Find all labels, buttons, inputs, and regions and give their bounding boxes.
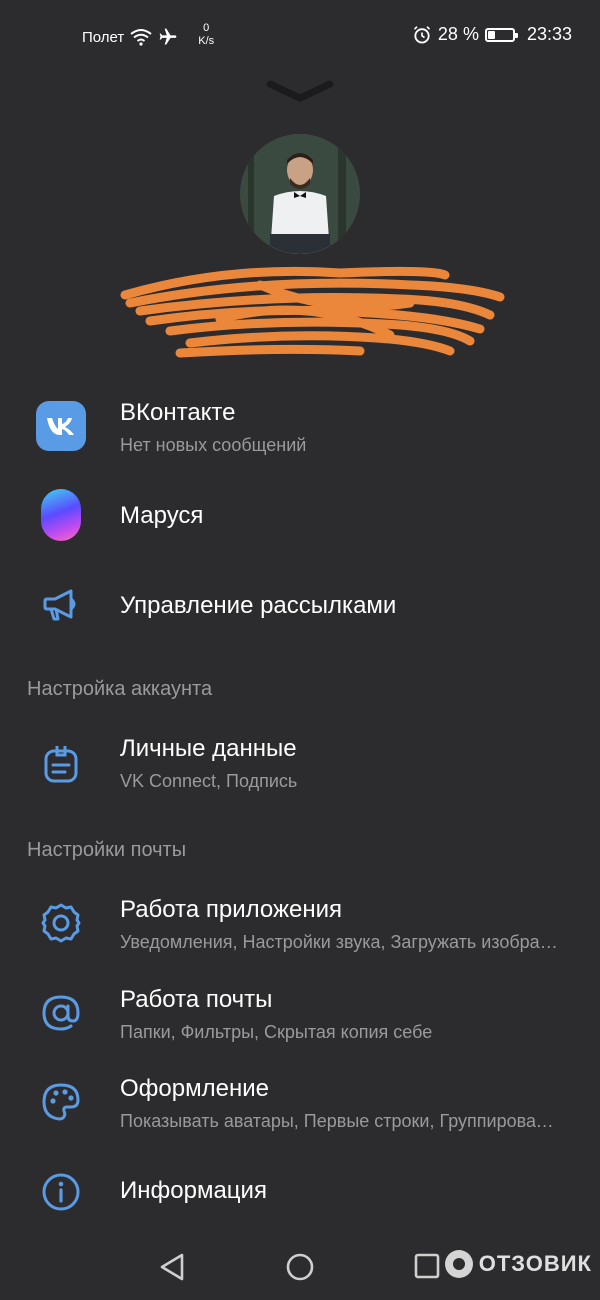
otzovik-logo-icon [444,1250,473,1278]
mail-settings-subtitle: Папки, Фильтры, Скрытая копия себе [120,1022,433,1042]
network-speed: 0 K/s [198,22,214,48]
profile-card-icon [44,746,78,783]
back-icon[interactable] [158,1252,186,1282]
app-settings-subtitle: Уведомления, Настройки звука, Загружать … [120,932,560,952]
section-header-account: Настройка аккаунта [27,678,213,700]
appearance-subtitle: Показывать аватары, Первые строки, Групп… [120,1111,560,1131]
battery-icon [484,27,518,42]
network-label: Полет [82,28,125,46]
recent-apps-icon[interactable] [413,1252,441,1280]
appearance-title: Оформление [120,1075,269,1102]
otzovik-watermark: ОТЗОВИК [444,1250,592,1278]
mail-settings-title: Работа почты [120,986,273,1013]
home-icon[interactable] [285,1252,315,1282]
clock: 23:33 [526,24,572,44]
mail-settings-screen: Полет 0 K/s 28 % 23:33 ВКонтакте Нет нов… [0,0,600,1300]
megaphone-icon-wrap [36,580,86,630]
alarm-icon [413,25,431,43]
status-bar: Полет 0 K/s 28 % 23:33 [0,0,600,76]
speed-unit: K/s [198,35,215,47]
section-header-mail: Настройки почты [27,839,187,861]
speed-value: 0 [203,22,210,34]
palette-icon [42,1083,80,1121]
profile-card-icon-wrap [36,739,86,789]
menu-item-personal-data[interactable]: Личные данные VK Connect, Подпись [0,733,600,799]
menu-item-vk[interactable]: ВКонтакте Нет новых сообщений [0,395,600,467]
palette-icon-wrap [36,1077,86,1127]
vk-subtitle: Нет новых сообщений [120,435,307,455]
battery-percent: 28 % [437,24,479,44]
airplane-icon [159,28,177,45]
at-icon-wrap [36,988,86,1038]
info-title: Информация [120,1177,267,1204]
gear-icon [41,903,81,943]
menu-item-info[interactable]: Информация [0,1167,600,1217]
newsletters-title: Управление рассылками [120,592,397,619]
marusia-icon-wrap [36,489,86,541]
vk-icon-wrap [36,401,86,451]
menu-item-newsletters[interactable]: Управление рассылками [0,580,600,630]
marusia-icon [41,489,81,541]
personal-data-title: Личные данные [120,735,297,762]
wifi-icon [130,29,152,46]
marusia-title: Маруся [120,502,204,529]
menu-item-appearance[interactable]: Оформление Показывать аватары, Первые ст… [0,1073,600,1139]
vk-title: ВКонтакте [120,399,236,426]
status-left: Полет 0 K/s [82,22,214,48]
megaphone-icon [43,589,76,621]
battery-level [487,30,495,39]
at-icon [42,995,80,1031]
avatar-photo [240,134,360,254]
menu-item-marusia[interactable]: Маруся [0,489,600,546]
info-icon [42,1173,80,1211]
watermark-text: ОТЗОВИК [478,1251,592,1276]
avatar[interactable] [240,134,360,254]
menu-item-app-settings[interactable]: Работа приложения Уведомления, Настройки… [0,894,600,960]
app-settings-title: Работа приложения [120,896,343,923]
vk-logo-icon [36,401,86,451]
info-icon-wrap [36,1167,86,1217]
gear-icon-wrap [36,898,86,948]
collapse-chevron-icon[interactable] [266,78,334,102]
status-right: 28 % 23:33 [412,24,572,45]
personal-data-subtitle: VK Connect, Подпись [120,771,298,791]
redacted-name-scribble [120,266,505,358]
vk-glyph-icon [47,418,74,435]
menu-item-mail-settings[interactable]: Работа почты Папки, Фильтры, Скрытая коп… [0,984,600,1050]
